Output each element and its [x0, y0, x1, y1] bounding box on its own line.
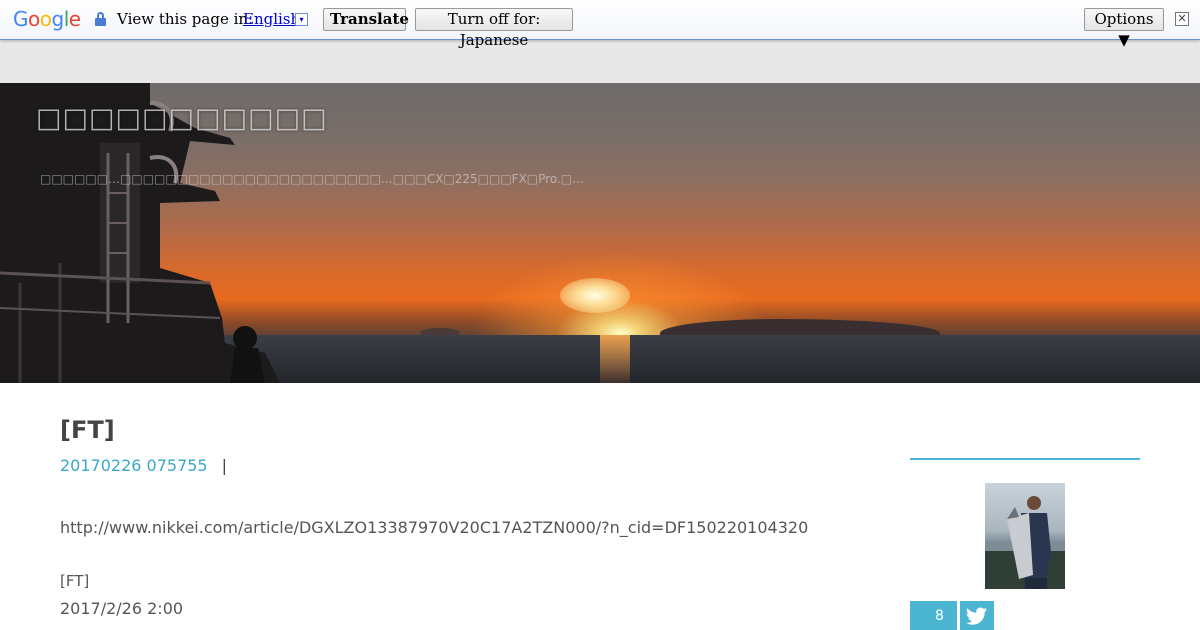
post-date-link[interactable]: 20170226 075755 [60, 456, 208, 475]
sun [560, 278, 630, 313]
logo-letter: g [51, 7, 65, 31]
view-page-label: View this page in: [117, 10, 254, 28]
site-description: □□□□□□…□□□□□□□□□□□□□□□□□□□□□□□…□□□CX□225… [40, 172, 585, 186]
sidebar-divider [910, 458, 1140, 460]
language-dropdown-icon[interactable]: ▾ [295, 13, 308, 26]
post-body-datetime: 2017/2/26 2:00 [60, 599, 184, 618]
google-logo: Google [13, 7, 81, 31]
twitter-icon [965, 607, 987, 625]
site-title[interactable]: □□□□□□□□□□□ [36, 103, 328, 134]
logo-letter: o [28, 7, 40, 31]
avatar-photo [985, 496, 1065, 589]
post-title: [FT] [60, 416, 115, 444]
language-link[interactable]: English [243, 10, 300, 28]
close-icon[interactable]: ✕ [1175, 12, 1189, 26]
header-banner: □□□□□□□□□□□ □□□□□□…□□□□□□□□□□□□□□□□□□□□□… [0, 83, 1200, 383]
share-count[interactable]: 8 [910, 601, 957, 630]
post-body-source: [FT] [60, 572, 90, 590]
turn-off-button[interactable]: Turn off for: Japanese [415, 8, 573, 49]
top-strip [0, 40, 1200, 83]
translate-bar: Google View this page in: English ▾ Tran… [0, 0, 1200, 49]
twitter-share-button[interactable] [960, 601, 994, 630]
logo-letter: G [13, 7, 29, 31]
lock-icon [95, 12, 106, 26]
meta-separator: | [221, 456, 227, 475]
options-button[interactable]: Options ▼ [1084, 8, 1164, 49]
translate-button[interactable]: Translate [323, 8, 409, 31]
post-meta: 20170226 075755 | [60, 456, 227, 475]
logo-letter: o [39, 7, 52, 31]
logo-letter: e [68, 7, 81, 31]
sun-reflection [600, 335, 630, 383]
article-url: http://www.nikkei.com/article/DGXLZO1338… [60, 518, 809, 537]
profile-avatar[interactable] [985, 483, 1065, 589]
